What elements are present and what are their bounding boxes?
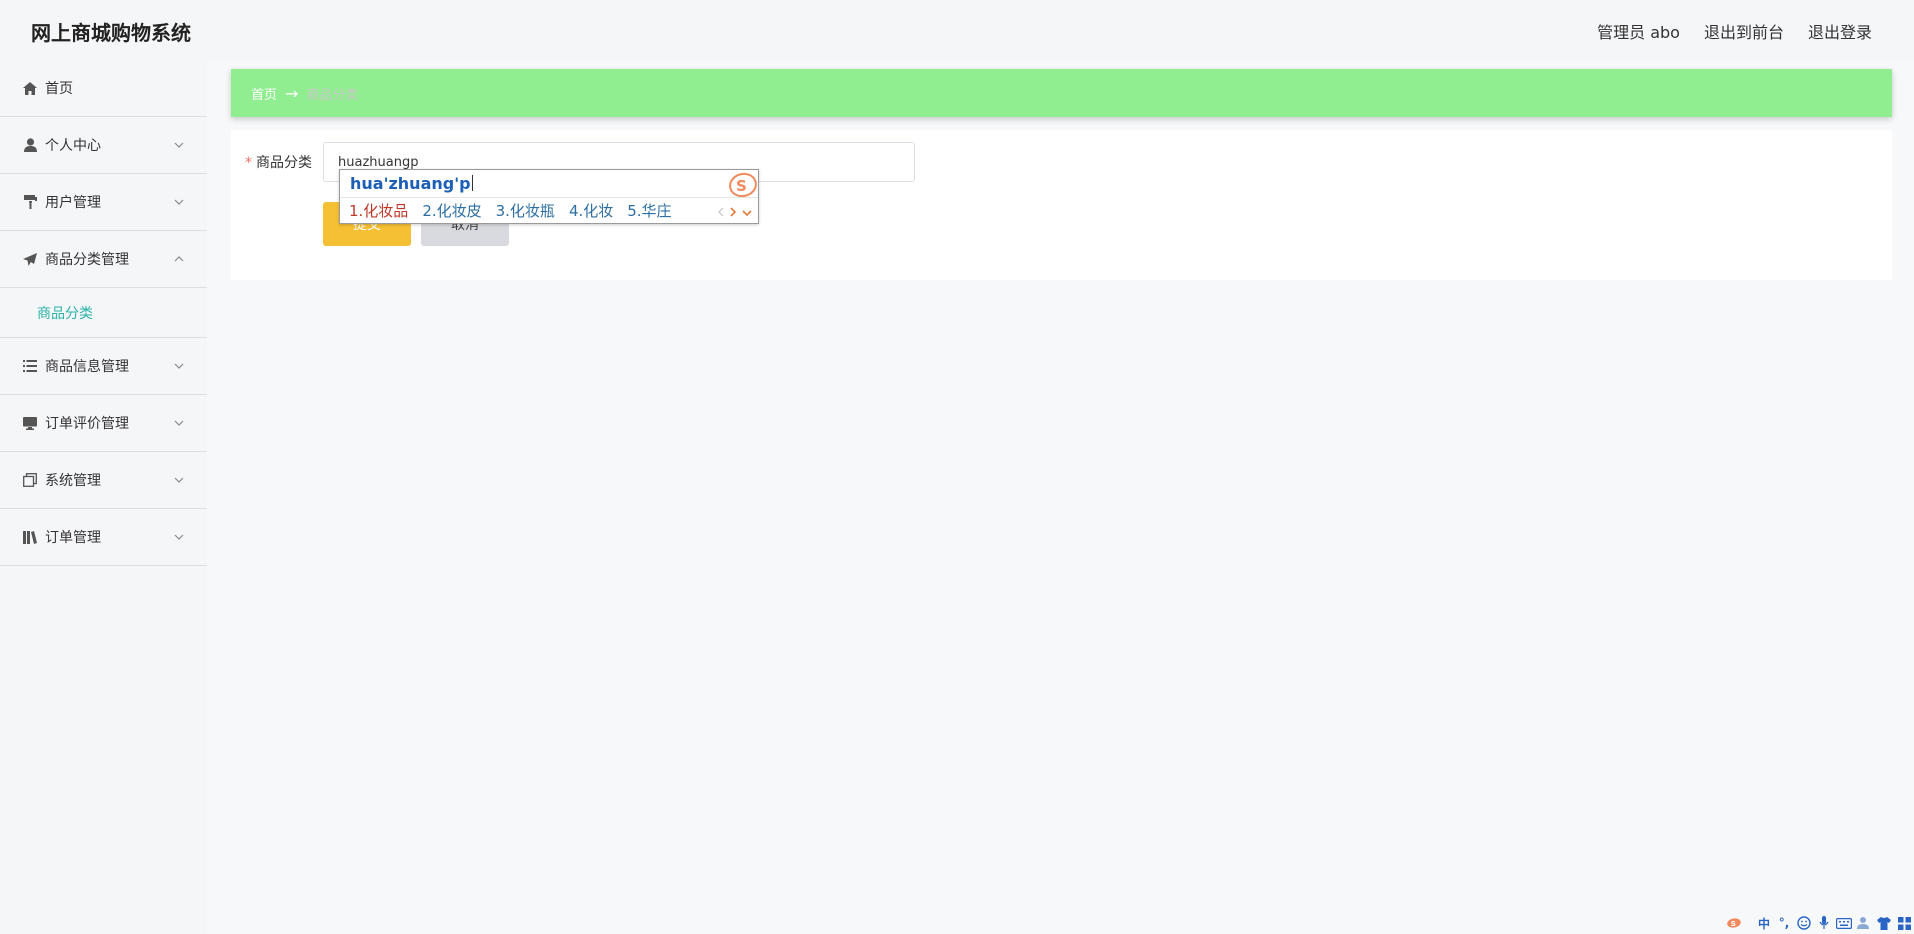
toolbox-grid-icon[interactable] <box>1896 915 1912 931</box>
sidebar-item-label: 系统管理 <box>45 473 101 489</box>
logout-link[interactable]: 退出登录 <box>1808 19 1872 43</box>
required-mark: * <box>245 155 252 171</box>
chevron-up-icon <box>173 253 185 265</box>
header-actions: 管理员 abo 退出到前台 退出登录 <box>1597 19 1872 43</box>
sidebar-subitem-label[interactable]: 商品分类 <box>37 303 93 323</box>
sidebar-item-personal-center[interactable]: 个人中心 <box>0 117 207 174</box>
user-tools-icon[interactable] <box>1856 915 1872 931</box>
ime-next-page-icon[interactable] <box>730 202 737 221</box>
ime-candidate-list: 1.化妆品 2.化妆皮 3.化妆瓶 4.化妆 5.华庄 <box>349 200 672 221</box>
ime-divider <box>340 197 758 198</box>
sidebar-item-label: 首页 <box>45 81 73 97</box>
sogou-tray-logo-icon[interactable]: S <box>1726 915 1742 931</box>
paint-roller-icon <box>21 193 39 211</box>
sidebar-item-label: 订单评价管理 <box>45 416 129 432</box>
sidebar-subitem-category[interactable]: 商品分类 <box>0 288 207 338</box>
list-icon <box>21 357 39 375</box>
category-field-label: * 商品分类 <box>245 152 312 172</box>
emoji-icon[interactable] <box>1796 915 1812 931</box>
chevron-down-icon <box>173 474 185 486</box>
brand-title: 网上商城购物系统 <box>31 21 191 45</box>
breadcrumb-current: 商品分类 <box>306 87 359 103</box>
sidebar-item-label: 商品信息管理 <box>45 359 129 375</box>
breadcrumb: 首页 → 商品分类 <box>231 69 1892 117</box>
sidebar-item-system-management[interactable]: 系统管理 <box>0 452 207 509</box>
skin-shirt-icon[interactable] <box>1876 915 1892 931</box>
microphone-icon[interactable] <box>1816 915 1832 931</box>
chevron-down-icon <box>173 360 185 372</box>
sidebar: 首页 个人中心 用户管理 商品分类管理 商品分类 商品信息管理 订单评价管理 系… <box>0 60 207 934</box>
svg-text:S: S <box>736 177 747 195</box>
sogou-logo-icon: S <box>728 172 758 198</box>
book-icon <box>21 528 39 546</box>
user-icon <box>21 136 39 154</box>
chevron-down-icon <box>173 139 185 151</box>
ime-tray: S 中 °, <box>1724 912 1914 934</box>
ime-candidate-window: hua'zhuang'p S 1.化妆品 2.化妆皮 3.化妆瓶 4.化妆 5.… <box>339 169 759 224</box>
ime-nav <box>718 202 752 221</box>
ime-punctuation-toggle[interactable]: °, <box>1776 915 1792 931</box>
sidebar-item-category-management[interactable]: 商品分类管理 <box>0 231 207 288</box>
sidebar-item-home[interactable]: 首页 <box>0 60 207 117</box>
breadcrumb-separator: → <box>285 83 299 103</box>
ime-composition: hua'zhuang'p <box>350 174 471 193</box>
sidebar-item-label: 商品分类管理 <box>45 252 129 268</box>
copy-icon <box>21 471 39 489</box>
ime-mode-toggle[interactable]: 中 <box>1756 915 1772 931</box>
top-header: 网上商城购物系统 管理员 abo 退出到前台 退出登录 <box>0 0 1914 60</box>
monitor-icon <box>21 414 39 432</box>
ime-candidate[interactable]: 4.化妆 <box>569 200 613 221</box>
sidebar-item-order-management[interactable]: 订单管理 <box>0 509 207 566</box>
category-field-label-text: 商品分类 <box>256 155 312 171</box>
ime-candidate[interactable]: 2.化妆皮 <box>422 200 481 221</box>
ime-candidate[interactable]: 1.化妆品 <box>349 200 408 221</box>
breadcrumb-home-link[interactable]: 首页 <box>251 84 277 103</box>
paper-plane-icon <box>21 250 39 268</box>
sidebar-item-product-management[interactable]: 商品信息管理 <box>0 338 207 395</box>
chevron-down-icon <box>173 417 185 429</box>
sidebar-item-label: 个人中心 <box>45 138 101 154</box>
chevron-down-icon <box>173 196 185 208</box>
to-front-link[interactable]: 退出到前台 <box>1704 19 1784 43</box>
keyboard-icon[interactable] <box>1836 915 1852 931</box>
sidebar-item-review-management[interactable]: 订单评价管理 <box>0 395 207 452</box>
chevron-down-icon <box>173 531 185 543</box>
ime-candidate[interactable]: 3.化妆瓶 <box>496 200 555 221</box>
sidebar-item-label: 用户管理 <box>45 195 101 211</box>
ime-candidate[interactable]: 5.华庄 <box>627 200 671 221</box>
admin-user-label: 管理员 abo <box>1597 23 1680 42</box>
sidebar-item-user-management[interactable]: 用户管理 <box>0 174 207 231</box>
sidebar-item-label: 订单管理 <box>45 530 101 546</box>
ime-expand-icon[interactable] <box>742 202 752 221</box>
ime-prev-page-icon[interactable] <box>718 202 724 221</box>
svg-text:S: S <box>1731 919 1736 928</box>
home-icon <box>21 79 39 97</box>
